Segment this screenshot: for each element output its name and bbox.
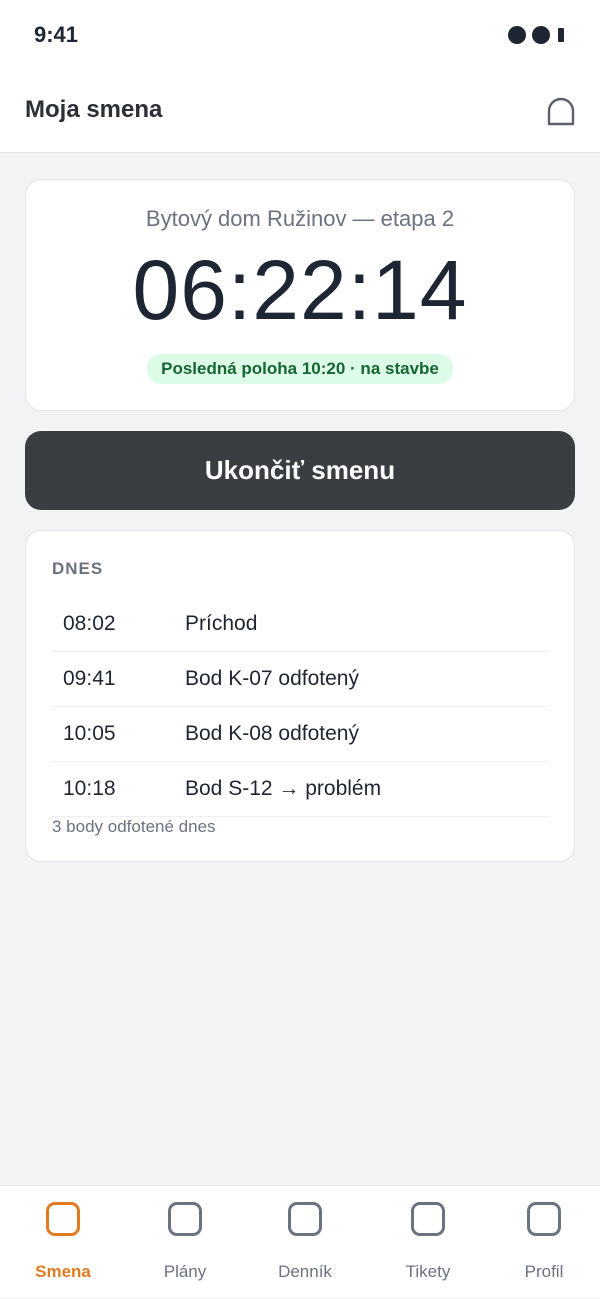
tab-dennik[interactable]: Denník (245, 1186, 365, 1299)
status-icons (508, 26, 564, 44)
event-time: 10:05 (63, 722, 116, 745)
tab-label: Profil (524, 1262, 564, 1281)
site-name: Bytový dom Ružinov — etapa 2 (145, 206, 455, 231)
event-time: 10:18 (63, 777, 116, 800)
event-row: 10:18 Bod S-12 → problém (52, 762, 549, 817)
shift-icon (46, 1202, 80, 1236)
event-list: 08:02 Príchod 09:41 Bod K-07 odfotený 10… (52, 597, 549, 817)
event-row: 10:05 Bod K-08 odfotený (52, 707, 549, 762)
event-time: 08:02 (63, 612, 116, 635)
wifi-icon (532, 26, 550, 44)
bell-icon[interactable] (546, 97, 576, 127)
journal-icon (288, 1202, 322, 1236)
tab-label: Denník (278, 1262, 332, 1281)
plans-icon (168, 1202, 202, 1236)
tickets-icon (411, 1202, 445, 1236)
status-time: 9:41 (34, 22, 79, 47)
event-label: Bod K-07 odfotený (185, 667, 359, 690)
tab-profil[interactable]: Profil (484, 1186, 600, 1299)
shift-elapsed-timer: 06:22:14 (132, 243, 468, 337)
event-label: Príchod (185, 612, 258, 635)
tab-label: Tikety (405, 1262, 451, 1281)
tab-tikety[interactable]: Tikety (368, 1186, 488, 1299)
event-label: Bod K-08 odfotený (185, 722, 359, 745)
event-time: 09:41 (63, 667, 116, 690)
event-row: 09:41 Bod K-07 odfotený (52, 652, 549, 707)
section-heading: DNES (52, 559, 104, 578)
location-status-badge: Posledná poloha 10:20 · na stavbe (147, 354, 453, 384)
battery-icon (558, 28, 564, 42)
tab-smena[interactable]: Smena (3, 1186, 123, 1299)
today-events-card: DNES 08:02 Príchod 09:41 Bod K-07 odfote… (25, 530, 575, 862)
tab-plany[interactable]: Plány (125, 1186, 245, 1299)
status-bar: 9:41 (0, 0, 600, 70)
page-title: Moja smena (25, 96, 163, 123)
end-shift-button[interactable]: Ukončiť smenu (25, 431, 575, 510)
tab-label: Plány (163, 1262, 207, 1281)
bottom-tab-bar: Smena Plány Denník Tikety Profil (0, 1185, 600, 1298)
shift-timer-card: Bytový dom Ružinov — etapa 2 06:22:14 Po… (25, 179, 575, 411)
event-row: 08:02 Príchod (52, 597, 549, 652)
profile-icon (527, 1202, 561, 1236)
signal-icon (508, 26, 526, 44)
app-bar: Moja smena (0, 70, 600, 153)
event-label: Bod S-12 → problém (185, 777, 382, 800)
tab-label: Smena (35, 1262, 91, 1281)
photo-summary: 3 body odfotené dnes (52, 817, 216, 836)
